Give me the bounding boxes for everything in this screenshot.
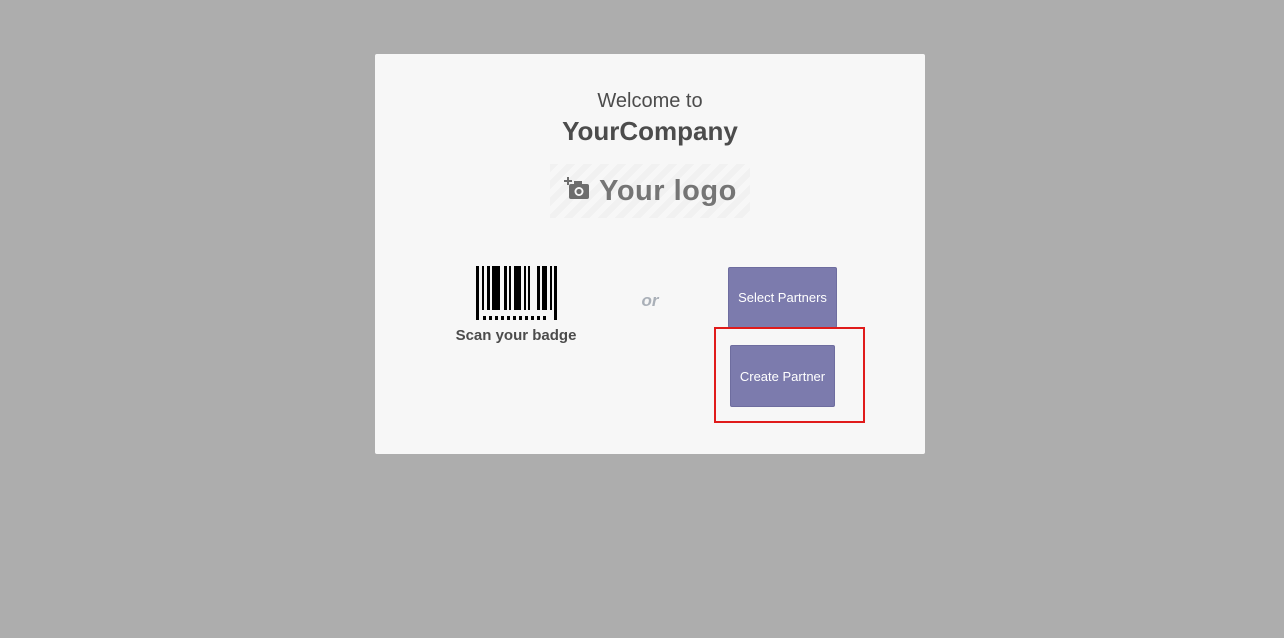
or-separator: or [641, 291, 659, 310]
camera-add-icon [563, 175, 591, 208]
company-logo[interactable]: Your logo [550, 164, 750, 218]
welcome-card: Welcome to YourCompany Your logo Scan yo… [375, 54, 925, 454]
scan-badge-label: Scan your badge [455, 327, 577, 344]
select-partners-button[interactable]: Select Partners [728, 267, 837, 328]
company-name: YourCompany [562, 116, 738, 146]
barcode-icon [476, 266, 558, 327]
create-partner-button[interactable]: Create Partner [730, 345, 835, 407]
welcome-text: Welcome to [597, 90, 703, 112]
logo-text: Your logo [599, 174, 737, 207]
